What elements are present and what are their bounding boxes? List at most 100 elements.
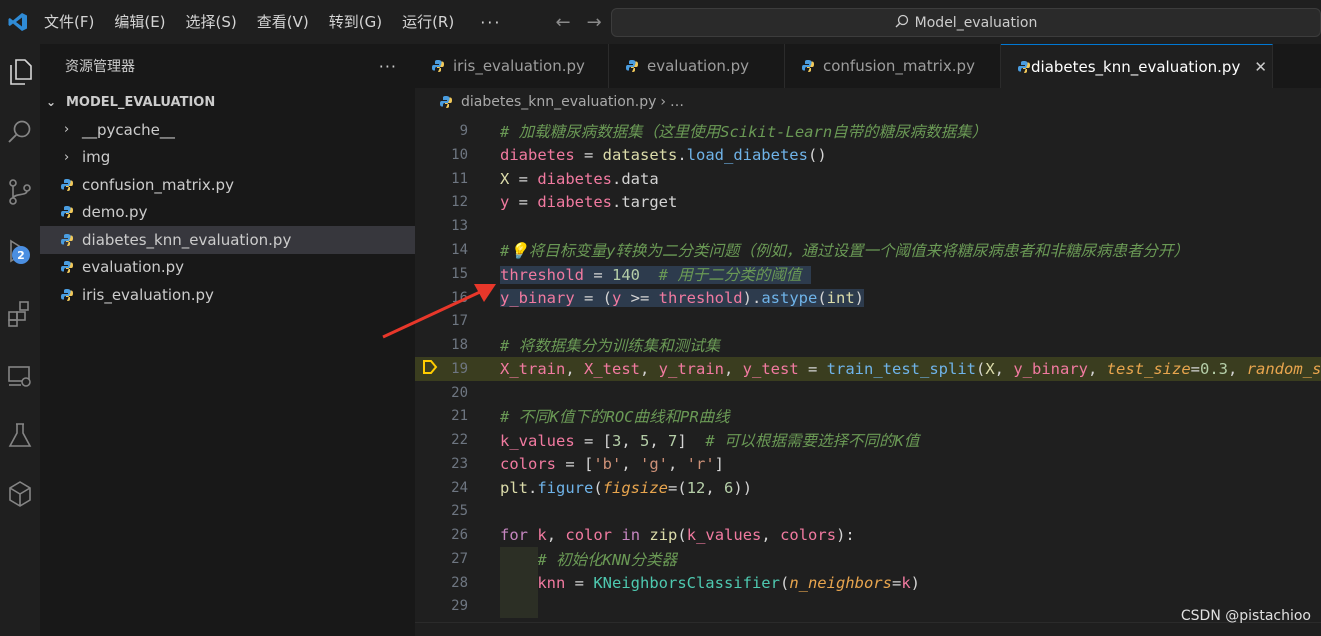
breadcrumb-file[interactable]: diabetes_knn_evaluation.py — [461, 94, 656, 110]
code-line: 17 — [415, 309, 1321, 333]
code-text: X_train, X_test, y_train, y_test = train… — [500, 359, 1321, 378]
code-line: 11 X = diabetes.data — [415, 167, 1321, 191]
code-text: # 将数据集分为训练集和测试集 — [500, 336, 721, 355]
line-number: 10 — [451, 146, 468, 163]
code-line: 28 knn = KNeighborsClassifier(n_neighbor… — [415, 571, 1321, 595]
code-line: 9 # 加载糖尿病数据集（这里使用Scikit-Learn自带的糖尿病数据集） — [415, 119, 1321, 143]
menu-run[interactable]: 运行(R) — [394, 0, 466, 44]
code-text: knn = KNeighborsClassifier(n_neighbors=k… — [537, 573, 920, 592]
line-number: 22 — [451, 431, 468, 448]
navigation-arrows: ← → — [555, 12, 601, 33]
tree-file-label: diabetes_knn_evaluation.py — [82, 230, 292, 249]
python-file-icon — [439, 95, 461, 109]
code-line: 12 y = diabetes.target — [415, 190, 1321, 214]
line-number: 21 — [451, 407, 468, 424]
line-number: 18 — [451, 336, 468, 353]
code-text: plt.figure(figsize=(12, 6)) — [500, 478, 753, 497]
code-text: X = diabetes.data — [500, 169, 659, 188]
code-line-current-debug: 19 X_train, X_test, y_train, y_test = tra… — [415, 357, 1321, 381]
line-number: 16 — [451, 289, 468, 306]
tree-file-iris-evaluation[interactable]: iris_evaluation.py — [40, 281, 415, 309]
sidebar-more-button[interactable]: ··· — [379, 57, 397, 76]
line-number: 11 — [451, 170, 468, 187]
title-bar: 文件(F) 编辑(E) 选择(S) 查看(V) 转到(G) 运行(R) ··· … — [0, 0, 1321, 44]
line-number: 14 — [451, 241, 468, 258]
tree-file-label: confusion_matrix.py — [82, 175, 234, 194]
tab-evaluation[interactable]: evaluation.py — [609, 44, 785, 88]
line-number: 28 — [451, 574, 468, 591]
menu-view[interactable]: 查看(V) — [249, 0, 321, 44]
indent-guide — [500, 547, 538, 571]
line-number: 25 — [451, 502, 468, 519]
chevron-right-icon: › — [64, 122, 70, 138]
csdn-watermark: CSDN @pistachioo — [1180, 608, 1311, 624]
chevron-right-icon: › — [64, 149, 70, 165]
chevron-down-icon: ⌄ — [46, 95, 57, 109]
code-line: 15 threshold = 140 # 用于二分类的阈值 — [415, 262, 1321, 286]
code-line: 25 — [415, 499, 1321, 523]
run-debug-icon[interactable]: 2 — [0, 234, 40, 270]
testing-icon[interactable] — [0, 418, 40, 454]
python-file-icon — [60, 205, 82, 219]
code-text: diabetes = datasets.load_diabetes() — [500, 145, 827, 164]
editor-tabs: iris_evaluation.py evaluation.py confusi… — [415, 44, 1321, 88]
line-number: 26 — [451, 526, 468, 543]
python-file-icon — [801, 59, 823, 73]
lightbulb-icon[interactable]: 💡 — [509, 242, 528, 260]
line-number: 20 — [451, 384, 468, 401]
line-number: 12 — [451, 193, 468, 210]
tree-file-label: demo.py — [82, 203, 148, 222]
menu-more-button[interactable]: ··· — [466, 13, 515, 32]
tab-iris-evaluation[interactable]: iris_evaluation.py — [415, 44, 609, 88]
chevron-right-icon: › — [660, 94, 666, 110]
code-text: # 加载糖尿病数据集（这里使用Scikit-Learn自带的糖尿病数据集） — [500, 122, 988, 141]
code-editor[interactable]: 9 # 加载糖尿病数据集（这里使用Scikit-Learn自带的糖尿病数据集） 1… — [415, 116, 1321, 622]
close-icon[interactable]: ✕ — [1254, 58, 1267, 76]
horizontal-scrollbar[interactable] — [415, 622, 1321, 636]
workspace-root-folder[interactable]: ⌄ MODEL_EVALUATION — [40, 88, 415, 116]
line-number: 27 — [451, 550, 468, 567]
tree-folder-label: __pycache__ — [82, 120, 175, 139]
tree-file-diabetes-knn-evaluation[interactable]: diabetes_knn_evaluation.py — [40, 226, 415, 254]
menu-go[interactable]: 转到(G) — [321, 0, 394, 44]
container-icon[interactable] — [0, 476, 40, 512]
code-line: 26 for k, color in zip(k_values, colors): — [415, 523, 1321, 547]
breadcrumb-tail[interactable]: … — [670, 94, 684, 110]
line-number: 15 — [451, 265, 468, 282]
forward-arrow-icon[interactable]: → — [587, 12, 602, 33]
back-arrow-icon[interactable]: ← — [555, 12, 570, 33]
remote-explorer-icon[interactable] — [0, 358, 40, 394]
python-file-icon — [60, 260, 82, 274]
tree-file-demo[interactable]: demo.py — [40, 199, 415, 227]
menu-edit[interactable]: 编辑(E) — [106, 0, 177, 44]
debug-breakpoint-arrow-icon[interactable] — [421, 358, 439, 380]
tab-diabetes-knn-evaluation[interactable]: diabetes_knn_evaluation.py ✕ — [1001, 44, 1273, 88]
extensions-icon[interactable] — [0, 296, 40, 332]
source-control-icon[interactable] — [0, 174, 40, 210]
menu-bar: 文件(F) 编辑(E) 选择(S) 查看(V) 转到(G) 运行(R) ··· — [36, 0, 515, 44]
tree-file-label: evaluation.py — [82, 258, 185, 277]
explorer-icon[interactable] — [0, 54, 40, 90]
sidebar-header: 资源管理器 ··· — [40, 44, 415, 88]
line-number: 23 — [451, 455, 468, 472]
menu-selection[interactable]: 选择(S) — [178, 0, 249, 44]
tree-file-evaluation[interactable]: evaluation.py — [40, 254, 415, 282]
tree-folder-img[interactable]: › img — [40, 144, 415, 172]
python-file-icon — [60, 178, 82, 192]
search-icon[interactable] — [0, 114, 40, 150]
code-line: 13 — [415, 214, 1321, 238]
code-text: colors = ['b', 'g', 'r'] — [500, 454, 725, 473]
python-file-icon — [60, 233, 82, 247]
code-line: 22 k_values = [3, 5, 7] # 可以根据需要选择不同的K值 — [415, 428, 1321, 452]
command-center-search[interactable]: Model_evaluation — [611, 8, 1321, 37]
activity-bar: 2 — [0, 44, 40, 636]
line-number: 17 — [451, 312, 468, 329]
vscode-logo-icon — [0, 0, 36, 44]
tab-confusion-matrix[interactable]: confusion_matrix.py — [785, 44, 1001, 88]
menu-file[interactable]: 文件(F) — [36, 0, 106, 44]
line-number: 29 — [451, 597, 468, 614]
tree-file-confusion-matrix[interactable]: confusion_matrix.py — [40, 171, 415, 199]
indent-guide — [500, 571, 538, 595]
tree-folder-pycache[interactable]: › __pycache__ — [40, 116, 415, 144]
python-file-icon — [625, 59, 647, 73]
